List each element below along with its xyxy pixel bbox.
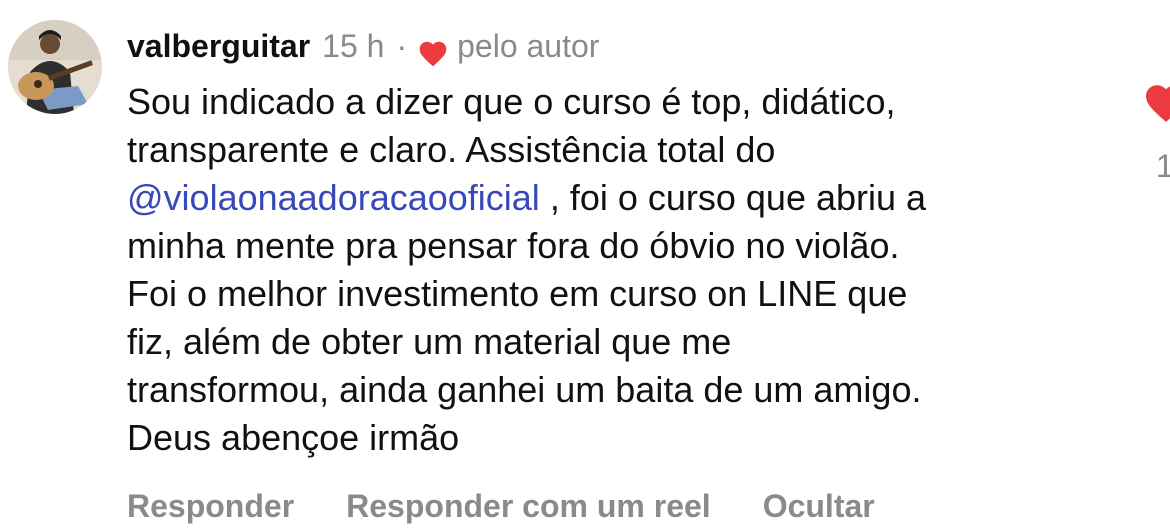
mention-link[interactable]: @violaonaadoracaooficial: [127, 177, 540, 218]
reply-button[interactable]: Responder: [127, 484, 294, 528]
heart-icon: [417, 31, 449, 67]
comment-text: Sou indicado a dizer que o curso é top, …: [127, 78, 1112, 462]
timestamp: 15 h: [322, 28, 385, 64]
comment: valberguitar 15 h · pelo autor Sou indic…: [0, 0, 1170, 524]
comment-actions: Responder Responder com um reel Ocultar: [127, 484, 1112, 528]
like-count: 1: [1156, 148, 1170, 184]
hide-button[interactable]: Ocultar: [763, 484, 875, 528]
comment-body: valberguitar 15 h · pelo autor Sou indic…: [127, 20, 1112, 528]
heart-icon[interactable]: [1142, 80, 1170, 124]
comment-meta: valberguitar 15 h · pelo autor: [127, 20, 1112, 72]
reply-with-reel-button[interactable]: Responder com um reel: [346, 484, 711, 528]
author-like-label: pelo autor: [457, 28, 600, 64]
username[interactable]: valberguitar: [127, 20, 310, 72]
avatar[interactable]: [8, 20, 102, 114]
comment-text-part: Sou indicado a dizer que o curso é top, …: [127, 81, 896, 170]
separator-dot: ·: [396, 28, 408, 64]
avatar-image: [8, 20, 102, 114]
comment-text-part: , foi o curso que abriu a minha mente pr…: [127, 177, 927, 458]
